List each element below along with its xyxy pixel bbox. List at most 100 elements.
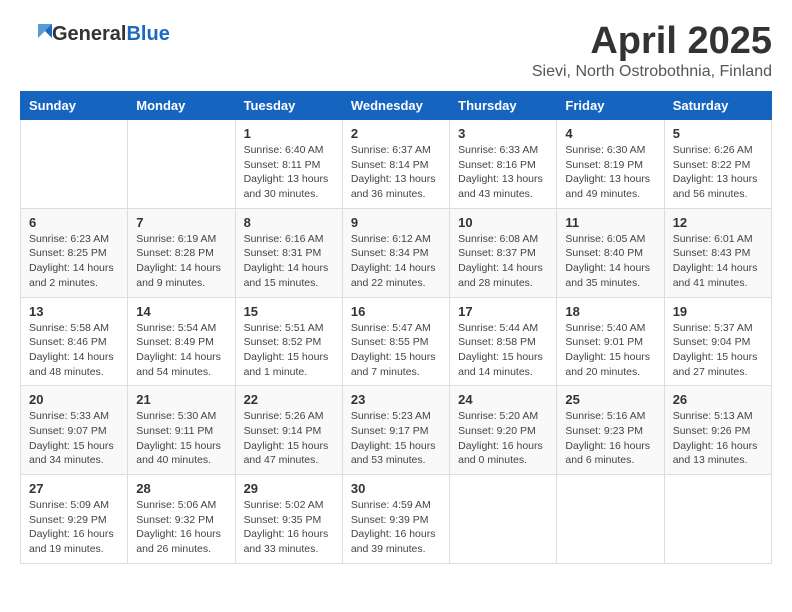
calendar-cell: 2 Sunrise: 6:37 AM Sunset: 8:14 PM Daylig… (342, 120, 449, 209)
day-number: 9 (351, 215, 441, 230)
day-number: 18 (565, 304, 655, 319)
calendar-cell: 9 Sunrise: 6:12 AM Sunset: 8:34 PM Daylig… (342, 208, 449, 297)
day-number: 12 (673, 215, 763, 230)
week-row-2: 6 Sunrise: 6:23 AM Sunset: 8:25 PM Daylig… (21, 208, 772, 297)
days-header-row: SundayMondayTuesdayWednesdayThursdayFrid… (21, 92, 772, 120)
day-number: 16 (351, 304, 441, 319)
day-info: Sunrise: 5:44 AM Sunset: 8:58 PM Dayligh… (458, 321, 548, 380)
day-info: Sunrise: 5:16 AM Sunset: 9:23 PM Dayligh… (565, 409, 655, 468)
calendar-cell (664, 475, 771, 564)
week-row-4: 20 Sunrise: 5:33 AM Sunset: 9:07 PM Dayli… (21, 386, 772, 475)
day-number: 1 (244, 126, 334, 141)
day-info: Sunrise: 5:37 AM Sunset: 9:04 PM Dayligh… (673, 321, 763, 380)
day-info: Sunrise: 6:37 AM Sunset: 8:14 PM Dayligh… (351, 143, 441, 202)
logo: GeneralBlue (20, 20, 170, 48)
calendar-cell (557, 475, 664, 564)
calendar-cell: 22 Sunrise: 5:26 AM Sunset: 9:14 PM Dayli… (235, 386, 342, 475)
calendar-cell: 1 Sunrise: 6:40 AM Sunset: 8:11 PM Daylig… (235, 120, 342, 209)
day-info: Sunrise: 6:08 AM Sunset: 8:37 PM Dayligh… (458, 232, 548, 291)
calendar-cell: 13Sunrise: 5:58 AM Sunset: 8:46 PM Dayli… (21, 297, 128, 386)
day-number: 17 (458, 304, 548, 319)
logo-icon (20, 20, 52, 48)
day-header-monday: Monday (128, 92, 235, 120)
day-number: 27 (29, 481, 119, 496)
day-number: 20 (29, 392, 119, 407)
calendar-cell: 18 Sunrise: 5:40 AM Sunset: 9:01 PM Dayli… (557, 297, 664, 386)
calendar-cell: 30Sunrise: 4:59 AM Sunset: 9:39 PM Dayli… (342, 475, 449, 564)
day-info: Sunrise: 5:47 AM Sunset: 8:55 PM Dayligh… (351, 321, 441, 380)
calendar-cell: 19 Sunrise: 5:37 AM Sunset: 9:04 PM Dayli… (664, 297, 771, 386)
day-number: 8 (244, 215, 334, 230)
day-number: 23 (351, 392, 441, 407)
day-info: Sunrise: 6:26 AM Sunset: 8:22 PM Dayligh… (673, 143, 763, 202)
day-info: Sunrise: 5:51 AM Sunset: 8:52 PM Dayligh… (244, 321, 334, 380)
calendar-cell: 7Sunrise: 6:19 AM Sunset: 8:28 PM Daylig… (128, 208, 235, 297)
calendar-cell: 8Sunrise: 6:16 AM Sunset: 8:31 PM Daylig… (235, 208, 342, 297)
day-header-tuesday: Tuesday (235, 92, 342, 120)
location-title: Sievi, North Ostrobothnia, Finland (532, 63, 772, 81)
day-info: Sunrise: 5:30 AM Sunset: 9:11 PM Dayligh… (136, 409, 226, 468)
calendar-cell (128, 120, 235, 209)
logo-general-text: General (52, 23, 126, 45)
day-info: Sunrise: 5:54 AM Sunset: 8:49 PM Dayligh… (136, 321, 226, 380)
calendar-cell: 17 Sunrise: 5:44 AM Sunset: 8:58 PM Dayli… (450, 297, 557, 386)
day-info: Sunrise: 5:33 AM Sunset: 9:07 PM Dayligh… (29, 409, 119, 468)
day-number: 2 (351, 126, 441, 141)
day-number: 25 (565, 392, 655, 407)
calendar-cell: 10 Sunrise: 6:08 AM Sunset: 8:37 PM Dayli… (450, 208, 557, 297)
calendar-cell: 23Sunrise: 5:23 AM Sunset: 9:17 PM Dayli… (342, 386, 449, 475)
day-number: 19 (673, 304, 763, 319)
week-row-3: 13Sunrise: 5:58 AM Sunset: 8:46 PM Dayli… (21, 297, 772, 386)
day-info: Sunrise: 6:05 AM Sunset: 8:40 PM Dayligh… (565, 232, 655, 291)
day-info: Sunrise: 6:01 AM Sunset: 8:43 PM Dayligh… (673, 232, 763, 291)
day-info: Sunrise: 6:23 AM Sunset: 8:25 PM Dayligh… (29, 232, 119, 291)
calendar-cell: 12 Sunrise: 6:01 AM Sunset: 8:43 PM Dayli… (664, 208, 771, 297)
week-row-5: 27 Sunrise: 5:09 AM Sunset: 9:29 PM Dayli… (21, 475, 772, 564)
calendar-cell: 15Sunrise: 5:51 AM Sunset: 8:52 PM Dayli… (235, 297, 342, 386)
day-number: 22 (244, 392, 334, 407)
day-number: 28 (136, 481, 226, 496)
day-number: 21 (136, 392, 226, 407)
calendar-cell: 27 Sunrise: 5:09 AM Sunset: 9:29 PM Dayli… (21, 475, 128, 564)
calendar-cell: 4 Sunrise: 6:30 AM Sunset: 8:19 PM Daylig… (557, 120, 664, 209)
calendar-cell: 28Sunrise: 5:06 AM Sunset: 9:32 PM Dayli… (128, 475, 235, 564)
calendar-cell: 21 Sunrise: 5:30 AM Sunset: 9:11 PM Dayli… (128, 386, 235, 475)
day-info: Sunrise: 6:40 AM Sunset: 8:11 PM Dayligh… (244, 143, 334, 202)
calendar-cell: 5 Sunrise: 6:26 AM Sunset: 8:22 PM Daylig… (664, 120, 771, 209)
day-header-saturday: Saturday (664, 92, 771, 120)
day-info: Sunrise: 5:09 AM Sunset: 9:29 PM Dayligh… (29, 498, 119, 557)
title-section: April 2025 Sievi, North Ostrobothnia, Fi… (532, 20, 772, 81)
day-info: Sunrise: 6:19 AM Sunset: 8:28 PM Dayligh… (136, 232, 226, 291)
month-title: April 2025 (532, 20, 772, 63)
week-row-1: 1 Sunrise: 6:40 AM Sunset: 8:11 PM Daylig… (21, 120, 772, 209)
day-header-friday: Friday (557, 92, 664, 120)
day-number: 24 (458, 392, 548, 407)
day-info: Sunrise: 5:58 AM Sunset: 8:46 PM Dayligh… (29, 321, 119, 380)
calendar-cell: 11 Sunrise: 6:05 AM Sunset: 8:40 PM Dayli… (557, 208, 664, 297)
day-info: Sunrise: 6:30 AM Sunset: 8:19 PM Dayligh… (565, 143, 655, 202)
day-number: 30 (351, 481, 441, 496)
day-info: Sunrise: 5:02 AM Sunset: 9:35 PM Dayligh… (244, 498, 334, 557)
day-info: Sunrise: 5:40 AM Sunset: 9:01 PM Dayligh… (565, 321, 655, 380)
day-number: 5 (673, 126, 763, 141)
day-number: 14 (136, 304, 226, 319)
day-number: 6 (29, 215, 119, 230)
calendar-cell (21, 120, 128, 209)
day-info: Sunrise: 5:13 AM Sunset: 9:26 PM Dayligh… (673, 409, 763, 468)
day-number: 10 (458, 215, 548, 230)
calendar-cell: 3Sunrise: 6:33 AM Sunset: 8:16 PM Daylig… (450, 120, 557, 209)
calendar-cell: 16 Sunrise: 5:47 AM Sunset: 8:55 PM Dayli… (342, 297, 449, 386)
day-info: Sunrise: 6:12 AM Sunset: 8:34 PM Dayligh… (351, 232, 441, 291)
day-number: 29 (244, 481, 334, 496)
day-number: 3 (458, 126, 548, 141)
day-number: 11 (565, 215, 655, 230)
day-info: Sunrise: 5:26 AM Sunset: 9:14 PM Dayligh… (244, 409, 334, 468)
calendar-cell: 20 Sunrise: 5:33 AM Sunset: 9:07 PM Dayli… (21, 386, 128, 475)
day-number: 26 (673, 392, 763, 407)
day-info: Sunrise: 5:20 AM Sunset: 9:20 PM Dayligh… (458, 409, 548, 468)
day-header-wednesday: Wednesday (342, 92, 449, 120)
day-header-thursday: Thursday (450, 92, 557, 120)
calendar-table: SundayMondayTuesdayWednesdayThursdayFrid… (20, 91, 772, 564)
day-number: 4 (565, 126, 655, 141)
calendar-cell: 29 Sunrise: 5:02 AM Sunset: 9:35 PM Dayli… (235, 475, 342, 564)
